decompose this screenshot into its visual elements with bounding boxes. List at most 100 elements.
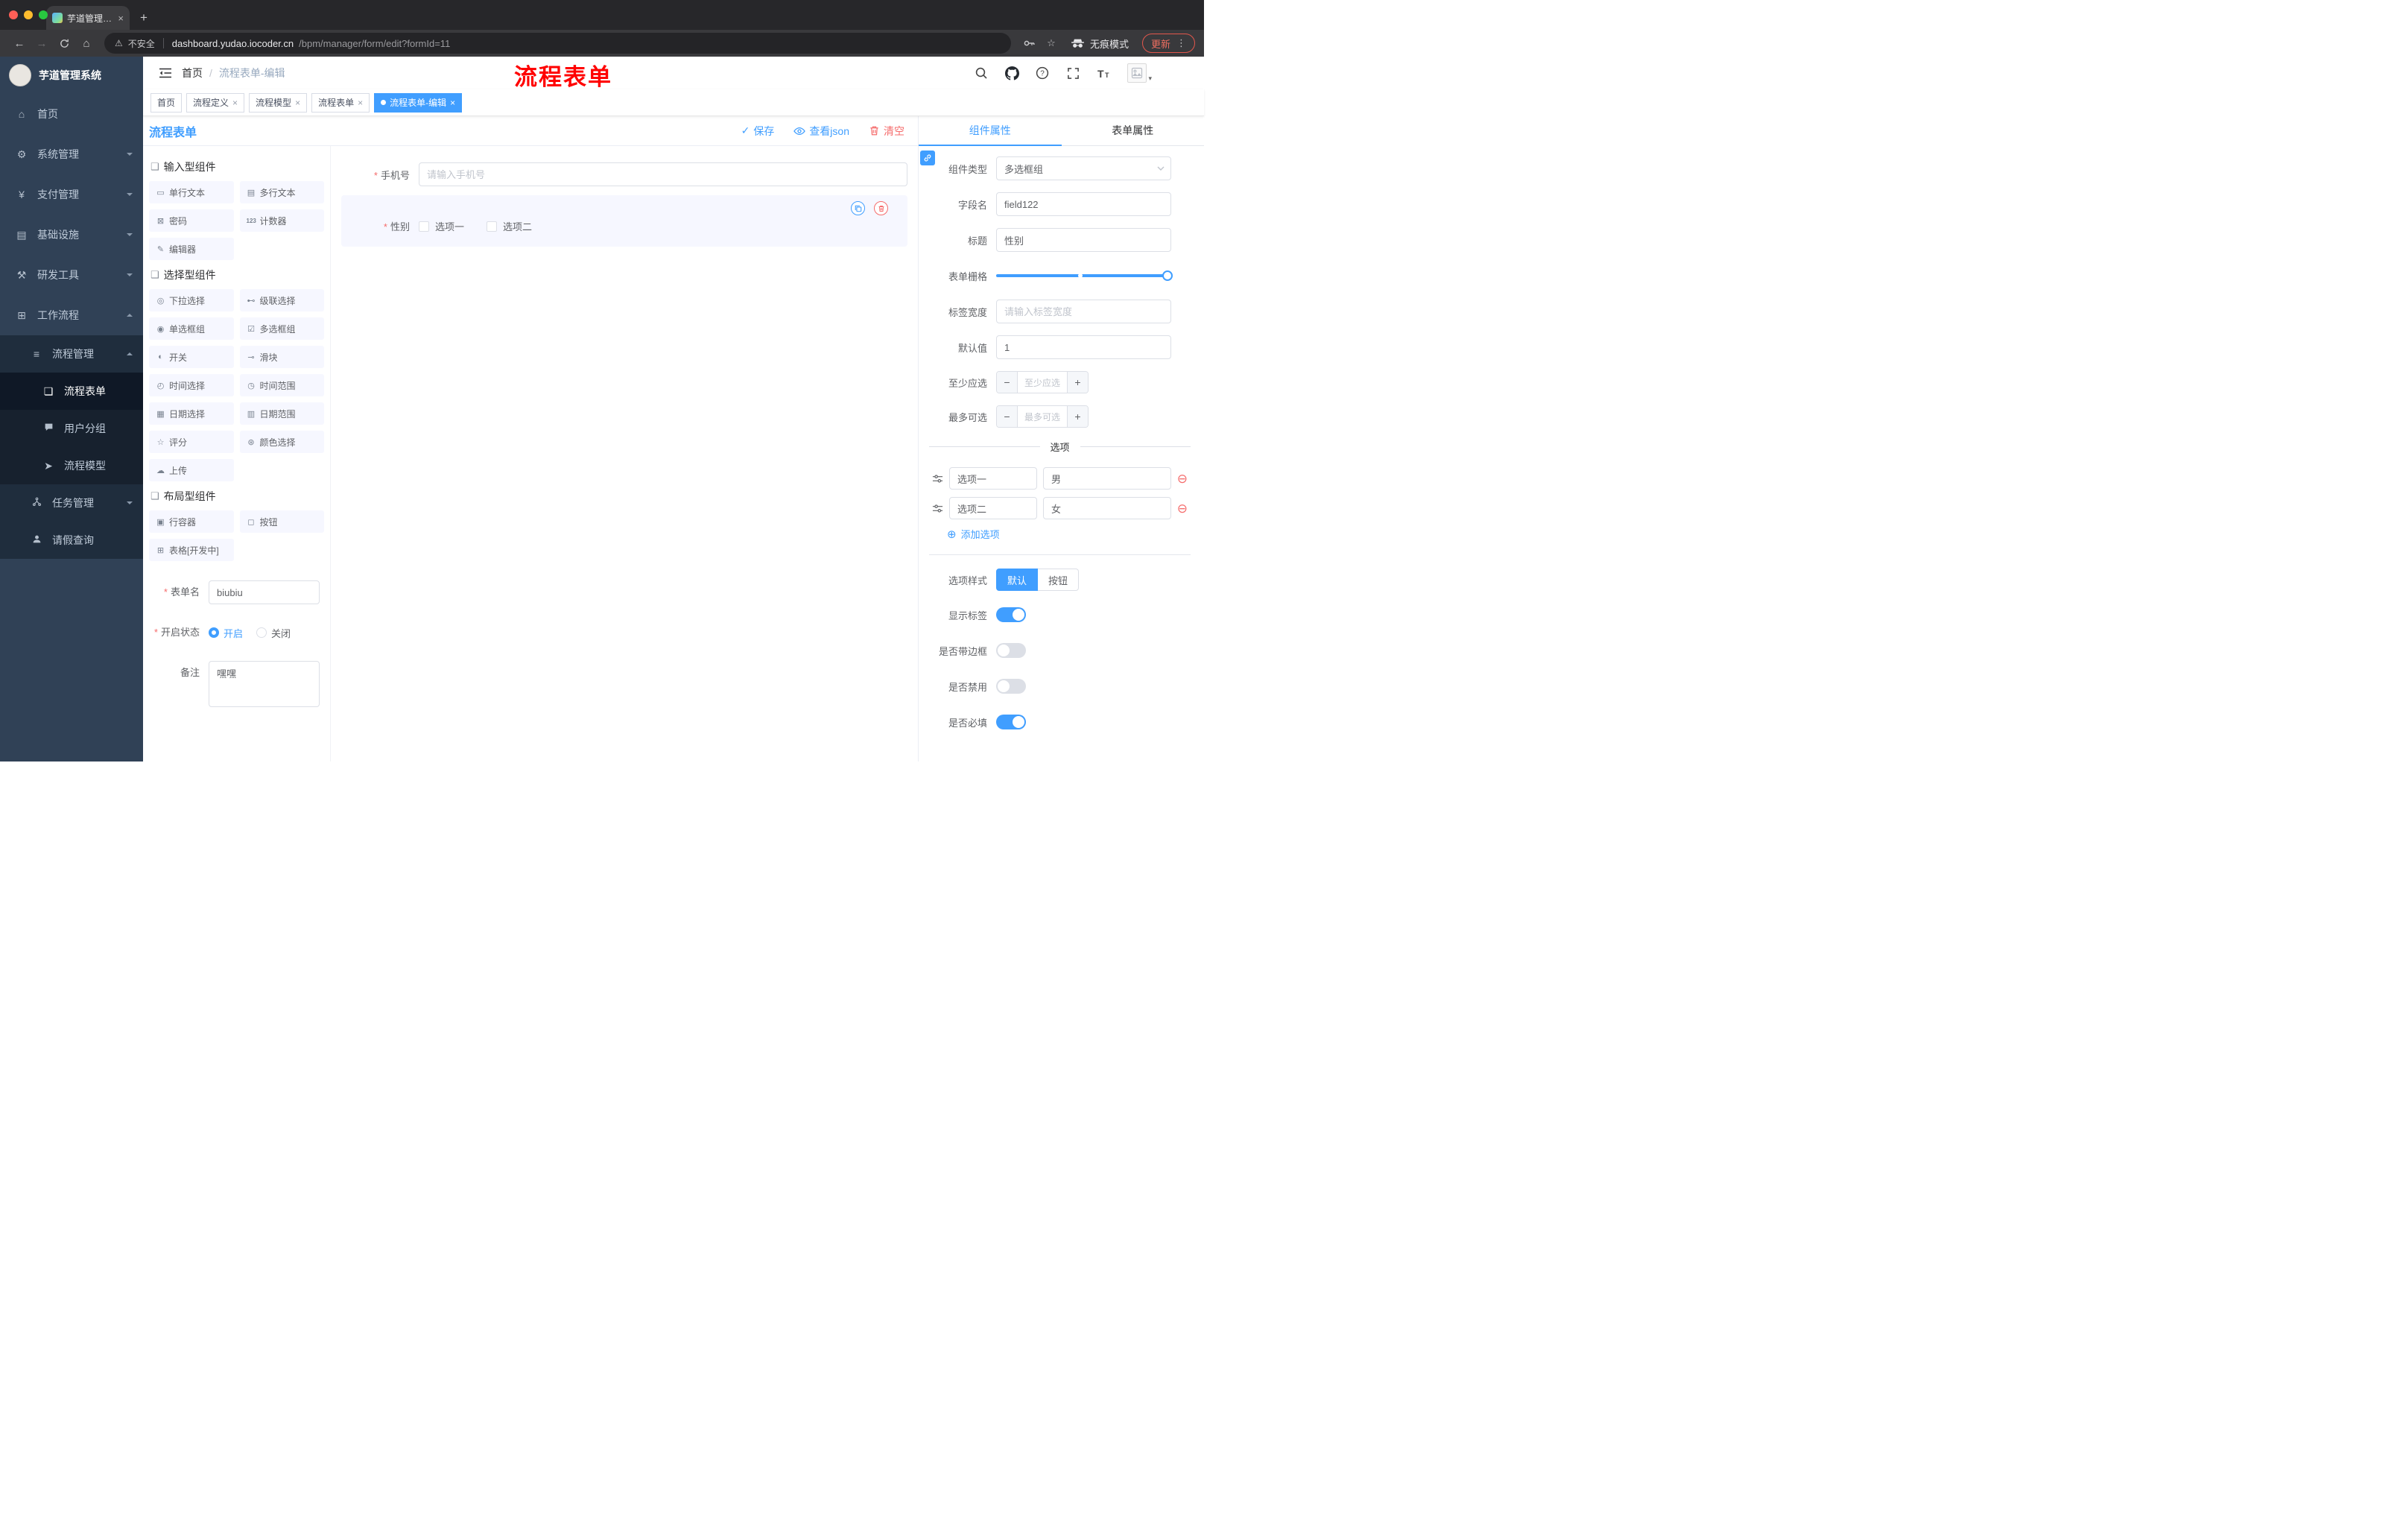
component-cascader[interactable]: ⊷ 级联选择 — [239, 289, 324, 311]
font-size-button[interactable]: TT — [1094, 63, 1113, 83]
slider-handle[interactable] — [1162, 270, 1173, 281]
tag-process-form[interactable]: 流程表单 × — [311, 92, 370, 113]
tab-component-props[interactable]: 组件属性 — [919, 116, 1062, 146]
close-icon[interactable]: × — [295, 98, 300, 108]
form-name-input[interactable] — [209, 580, 320, 604]
component-button[interactable]: ◻ 按钮 — [239, 510, 324, 533]
security-label[interactable]: 不安全 — [128, 37, 155, 50]
close-window-button[interactable] — [9, 10, 18, 19]
minus-button[interactable]: − — [997, 372, 1018, 393]
bookmark-star-button[interactable]: ☆ — [1041, 33, 1062, 54]
component-table[interactable]: ⊞ 表格[开发中] — [149, 539, 234, 561]
back-button[interactable]: ← — [9, 33, 30, 54]
sidebar-fold-button[interactable] — [153, 61, 177, 85]
phone-input[interactable] — [419, 162, 907, 186]
component-single-line-text[interactable]: ▭ 单行文本 — [149, 181, 234, 203]
component-slider[interactable]: ⊸ 滑块 — [239, 346, 324, 368]
user-menu[interactable]: ▾ — [1127, 63, 1152, 83]
remark-textarea[interactable]: 嘿嘿 — [209, 661, 320, 707]
canvas-field-phone[interactable]: 手机号 — [341, 162, 907, 186]
search-button[interactable] — [972, 63, 991, 83]
reload-button[interactable] — [54, 33, 75, 54]
required-toggle[interactable] — [996, 715, 1026, 729]
sidebar-item-leave-query[interactable]: 请假查询 — [0, 522, 143, 559]
github-button[interactable] — [1002, 63, 1021, 83]
component-type-select[interactable] — [996, 156, 1171, 180]
browser-update-button[interactable]: 更新 ⋮ — [1141, 34, 1195, 53]
title-input[interactable] — [996, 228, 1171, 252]
browser-menu-icon[interactable]: ⋮ — [1176, 37, 1186, 49]
remove-option-button[interactable]: ⊖ — [1177, 502, 1188, 515]
option-value-input[interactable] — [1043, 467, 1171, 490]
plus-button[interactable]: + — [1067, 406, 1088, 427]
sidebar-item-task-management[interactable]: 任务管理 — [0, 484, 143, 522]
security-warning-icon[interactable]: ⚠ — [115, 38, 123, 48]
sidebar-item-user-group[interactable]: 用户分组 — [0, 410, 143, 447]
status-on-radio[interactable]: 开启 — [209, 626, 243, 640]
sidebar-item-system[interactable]: ⚙ 系统管理 — [0, 134, 143, 174]
option-label-input[interactable] — [949, 497, 1037, 519]
sidebar-item-dev-tools[interactable]: ⚒ 研发工具 — [0, 255, 143, 295]
canvas-field-gender-selected[interactable]: 性别 选项一 选项二 — [341, 195, 907, 247]
component-checkbox-group[interactable]: ☑ 多选框组 — [239, 317, 324, 340]
component-row-container[interactable]: ▣ 行容器 — [149, 510, 234, 533]
drag-handle-icon[interactable] — [932, 473, 943, 484]
component-date-range[interactable]: ▥ 日期范围 — [239, 402, 324, 425]
close-icon[interactable]: × — [358, 98, 363, 108]
forward-button[interactable]: → — [31, 33, 52, 54]
sidebar-item-workflow[interactable]: ⊞ 工作流程 — [0, 295, 143, 335]
field-name-input[interactable] — [996, 192, 1171, 216]
address-bar[interactable]: ⚠ 不安全 dashboard.yudao.iocoder.cn /bpm/ma… — [104, 33, 1011, 54]
save-button[interactable]: ✓ 保存 — [741, 124, 775, 139]
option-label-input[interactable] — [949, 467, 1037, 490]
gender-option-2-checkbox[interactable]: 选项二 — [487, 219, 532, 233]
close-icon[interactable]: × — [232, 98, 238, 108]
show-label-toggle[interactable] — [996, 607, 1026, 622]
option-value-input[interactable] — [1043, 497, 1171, 519]
tab-form-props[interactable]: 表单属性 — [1062, 116, 1205, 145]
drag-handle-icon[interactable] — [932, 503, 943, 514]
tag-process-form-edit[interactable]: 流程表单-编辑 × — [374, 92, 463, 113]
close-icon[interactable]: × — [450, 98, 455, 108]
fullscreen-button[interactable] — [1063, 63, 1083, 83]
component-rate[interactable]: ☆ 评分 — [149, 431, 234, 453]
sidebar-item-process-model[interactable]: ➤ 流程模型 — [0, 447, 143, 484]
label-width-input[interactable] — [996, 300, 1171, 323]
form-grid-slider[interactable] — [996, 264, 1173, 288]
sidebar-item-home[interactable]: ⌂ 首页 — [0, 94, 143, 134]
sidebar-item-infrastructure[interactable]: ▤ 基础设施 — [0, 215, 143, 255]
component-upload[interactable]: ☁ 上传 — [149, 459, 234, 481]
component-time-picker[interactable]: ◴ 时间选择 — [149, 374, 234, 396]
component-multiline-text[interactable]: ▤ 多行文本 — [239, 181, 324, 203]
component-time-range[interactable]: ◷ 时间范围 — [239, 374, 324, 396]
style-default-button[interactable]: 默认 — [996, 569, 1039, 591]
maximize-window-button[interactable] — [39, 10, 48, 19]
view-json-button[interactable]: 查看json — [793, 124, 849, 139]
new-tab-button[interactable]: + — [134, 8, 153, 28]
browser-tab[interactable]: 芋道管理系统 × — [46, 6, 130, 30]
tag-process-model[interactable]: 流程模型 × — [249, 92, 308, 113]
max-select-value[interactable]: 最多可选 — [1018, 406, 1067, 427]
sidebar-item-process-form[interactable]: ❏ 流程表单 — [0, 373, 143, 410]
disabled-toggle[interactable] — [996, 679, 1026, 694]
component-editor[interactable]: ✎ 编辑器 — [149, 238, 234, 260]
component-radio-group[interactable]: ◉ 单选框组 — [149, 317, 234, 340]
home-button[interactable]: ⌂ — [76, 33, 97, 54]
tab-close-icon[interactable]: × — [118, 13, 124, 23]
gender-option-1-checkbox[interactable]: 选项一 — [419, 219, 464, 233]
component-date-picker[interactable]: ▦ 日期选择 — [149, 402, 234, 425]
help-button[interactable]: ? — [1033, 63, 1052, 83]
minus-button[interactable]: − — [997, 406, 1018, 427]
avatar[interactable] — [1127, 63, 1147, 83]
sidebar-item-payment[interactable]: ¥ 支付管理 — [0, 174, 143, 215]
window-controls[interactable] — [9, 10, 48, 19]
remove-option-button[interactable]: ⊖ — [1177, 472, 1188, 485]
copy-component-button[interactable] — [851, 201, 865, 215]
style-button-button[interactable]: 按钮 — [1038, 569, 1080, 591]
component-select[interactable]: ◎ 下拉选择 — [149, 289, 234, 311]
minimize-window-button[interactable] — [24, 10, 33, 19]
component-password[interactable]: ⊠ 密码 — [149, 209, 234, 232]
component-counter[interactable]: 123 计数器 — [239, 209, 324, 232]
min-select-value[interactable]: 至少应选 — [1018, 372, 1067, 393]
link-button[interactable] — [920, 151, 935, 165]
